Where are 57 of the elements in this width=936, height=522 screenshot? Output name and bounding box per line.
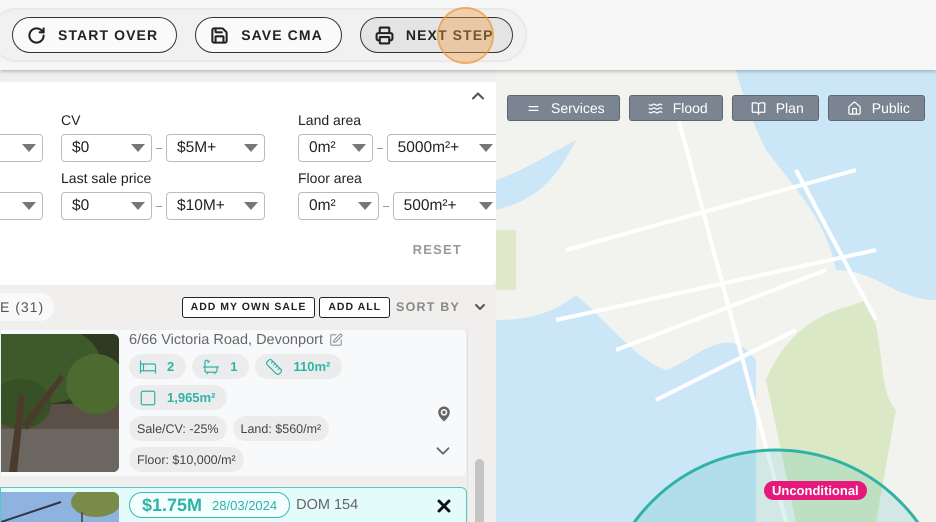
stat-chip: Sale/CV: -25%	[129, 416, 227, 441]
caret-icon	[22, 202, 36, 210]
caret-icon	[352, 144, 366, 152]
caret-icon	[244, 144, 258, 152]
ruler-icon	[265, 358, 284, 376]
restart-icon	[27, 26, 46, 44]
sale-card[interactable]: $1.75M 28/03/2024 DOM 154	[0, 487, 467, 522]
bed-icon	[139, 358, 157, 376]
bathtub-icon	[202, 358, 220, 376]
house-icon	[846, 100, 862, 116]
caret-icon	[479, 202, 494, 210]
caret-icon	[358, 202, 372, 210]
min-dropdown[interactable]: 0m²	[298, 192, 379, 220]
min-dropdown[interactable]: 0m²	[298, 134, 373, 162]
caret-icon	[22, 144, 36, 152]
field-label: Last sale price	[61, 170, 152, 188]
sale-card[interactable]: 6/66 Victoria Road, Devonport 2 1 110m² 1,965m² Sale/CV: -25% Land: $560/m² Floor: $10,000/m²	[0, 329, 467, 477]
caret-icon	[131, 202, 145, 210]
scrollbar-thumb[interactable]	[475, 459, 484, 522]
max-dropdown[interactable]: $5M+	[166, 134, 265, 162]
dropdown[interactable]	[0, 134, 43, 162]
square-icon	[139, 388, 157, 406]
min-dropdown[interactable]: $0	[61, 192, 152, 220]
address: 6/66 Victoria Road, Devonport	[129, 332, 323, 348]
field-label: CV	[61, 112, 82, 130]
feature-chip: 2	[129, 354, 186, 379]
layer-button[interactable]: Public	[828, 95, 925, 121]
toolbar-button[interactable]: SAVE CMA	[195, 17, 342, 53]
toolbar-button[interactable]: START OVER	[12, 17, 178, 53]
layer-button[interactable]: Flood	[628, 95, 723, 121]
min-dropdown[interactable]: $0	[61, 134, 152, 162]
printer-icon	[374, 26, 394, 44]
save-icon	[210, 26, 230, 44]
stat-chip: Floor: $10,000/m²	[129, 447, 244, 472]
stat-chip: Land: $560/m²	[232, 416, 330, 441]
price: $1.75M	[142, 494, 202, 516]
status-badge: Unconditional	[764, 481, 867, 500]
caret-icon	[244, 202, 258, 210]
days-on-market: DOM 154	[296, 497, 358, 513]
sale-date: 28/03/2024	[212, 498, 278, 512]
layer-button[interactable]: Services	[507, 95, 620, 121]
feature-chip: 1	[192, 354, 250, 379]
feature-chip: 110m²	[255, 354, 342, 379]
caret-icon	[131, 144, 145, 152]
add-button[interactable]: ADD MY OWN SALE	[182, 296, 316, 318]
field-label: Floor area	[298, 170, 363, 188]
waves-icon	[648, 100, 663, 116]
max-dropdown[interactable]: $10M+	[166, 192, 265, 220]
book-icon	[750, 100, 766, 116]
list-tab[interactable]: E (31)	[0, 293, 54, 321]
edit-icon[interactable]	[329, 333, 343, 347]
field-label: Land area	[298, 112, 362, 130]
feature-chip: 1,965m²	[129, 385, 228, 410]
dropdown[interactable]	[0, 192, 43, 220]
caret-icon	[479, 144, 493, 152]
layer-button[interactable]: Plan	[732, 95, 819, 121]
add-button[interactable]: ADD ALL	[319, 296, 390, 318]
